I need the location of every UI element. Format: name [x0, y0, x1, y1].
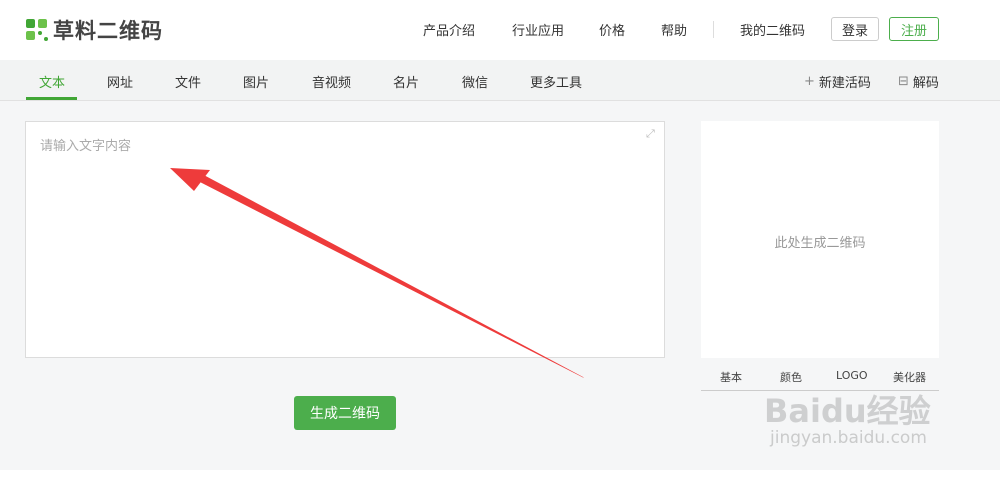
new-live-code-button[interactable]: + 新建活码: [804, 72, 871, 91]
scan-icon: ⊟: [898, 74, 909, 89]
watermark-url-text: jingyan.baidu.com: [770, 428, 927, 448]
baidu-watermark: Baidu经验 jingyan.baidu.com: [764, 386, 994, 456]
nav-divider: [713, 21, 714, 38]
plus-icon: +: [804, 74, 815, 89]
generate-qrcode-button[interactable]: 生成二维码: [294, 396, 396, 430]
tab-file[interactable]: 文件: [175, 72, 201, 91]
logo-text: 草料二维码: [53, 19, 163, 43]
style-tab-logo[interactable]: LOGO: [836, 369, 868, 382]
site-logo[interactable]: 草料二维码: [26, 17, 163, 43]
type-tab-bar: 文本 网址 文件 图片 音视频 名片 微信 更多工具 + 新建活码 ⊟ 解码: [0, 60, 1000, 101]
new-live-code-label: 新建活码: [818, 76, 871, 91]
my-qrcodes-link[interactable]: 我的二维码: [740, 20, 805, 39]
nav-item-industry[interactable]: 行业应用: [512, 20, 599, 39]
text-content-input[interactable]: [26, 122, 664, 357]
tab-image[interactable]: 图片: [243, 72, 269, 91]
style-tab-basic[interactable]: 基本: [720, 369, 742, 385]
nav-item-products[interactable]: 产品介绍: [423, 20, 512, 39]
tab-more-tools[interactable]: 更多工具: [530, 72, 582, 91]
preview-placeholder-text: 此处生成二维码: [774, 236, 866, 251]
logo-qr-icon: [26, 19, 48, 41]
top-nav: 产品介绍 行业应用 价格 帮助: [423, 20, 687, 39]
tab-audio-video[interactable]: 音视频: [312, 72, 351, 91]
expand-icon[interactable]: ⤢: [646, 128, 658, 140]
bottom-strip: [0, 470, 1000, 477]
active-tab-indicator: [26, 97, 77, 100]
tab-wechat[interactable]: 微信: [462, 72, 488, 91]
tab-text[interactable]: 文本: [39, 72, 65, 91]
style-tab-beautifier[interactable]: 美化器: [893, 369, 926, 385]
nav-item-pricing[interactable]: 价格: [599, 20, 661, 39]
decode-button[interactable]: ⊟ 解码: [898, 72, 939, 91]
top-header: 草料二维码 产品介绍 行业应用 价格 帮助 我的二维码 登录 注册: [0, 0, 1000, 61]
tab-url[interactable]: 网址: [107, 72, 133, 91]
qrcode-preview-panel: 此处生成二维码: [701, 121, 939, 358]
decode-label: 解码: [912, 76, 939, 91]
login-button[interactable]: 登录: [831, 17, 879, 41]
tab-business-card[interactable]: 名片: [393, 72, 419, 91]
watermark-main-text: Baidu经验: [764, 392, 931, 430]
style-tab-color[interactable]: 颜色: [780, 369, 802, 385]
text-editor: ⤢: [25, 121, 665, 358]
nav-item-help[interactable]: 帮助: [661, 20, 687, 39]
register-button[interactable]: 注册: [889, 17, 939, 41]
